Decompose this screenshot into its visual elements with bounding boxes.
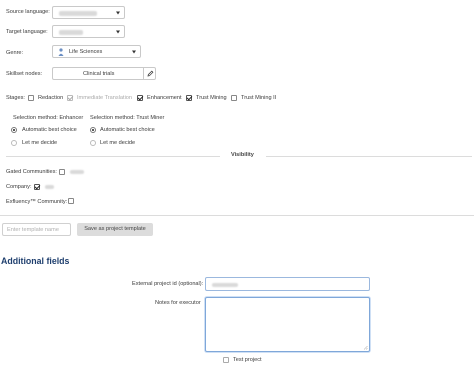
- notes-textarea[interactable]: [205, 297, 370, 352]
- exfluency-community-label: Exfluency™ Community:: [6, 199, 68, 205]
- external-id-input[interactable]: [205, 277, 370, 291]
- trust-mining-ii-checkbox[interactable]: [231, 95, 237, 101]
- gated-communities-checkbox[interactable]: [59, 169, 65, 175]
- company-label: Company:: [6, 184, 32, 190]
- template-name-placeholder: Enter template name: [7, 227, 59, 233]
- divider: [143, 68, 144, 79]
- notes-label: Notes for executor: [155, 300, 201, 306]
- enhancer-decide-radio[interactable]: [11, 140, 17, 146]
- resize-handle-icon[interactable]: [363, 345, 368, 350]
- gated-communities-label: Gated Communities:: [6, 169, 57, 175]
- trust-mining-ii-label: Trust Mining II: [241, 95, 277, 101]
- additional-fields-heading: Additional fields: [1, 256, 70, 266]
- trust-mining-checkbox[interactable]: [186, 95, 192, 101]
- immediate-translation-checkbox: [67, 95, 73, 101]
- genre-value: Life Sciences: [69, 49, 103, 55]
- stages-label: Stages:: [6, 95, 25, 101]
- trust-mining-label: Trust Mining: [196, 95, 227, 101]
- chevron-down-icon: [132, 50, 136, 53]
- external-id-value: [212, 283, 238, 287]
- section-divider: [0, 215, 474, 216]
- test-project-label: Test project: [233, 357, 262, 363]
- visibility-divider-right: [266, 156, 472, 157]
- skillset-value: Clinical trials: [83, 71, 115, 77]
- person-icon: [58, 48, 64, 56]
- enhancement-checkbox[interactable]: [137, 95, 143, 101]
- test-project-checkbox[interactable]: [223, 357, 229, 363]
- exfluency-community-checkbox[interactable]: [68, 198, 74, 204]
- enhancer-auto-label: Automatic best choice: [22, 127, 77, 133]
- immediate-translation-label: Immediate Translation: [77, 95, 133, 101]
- company-name: [45, 185, 54, 189]
- save-template-button[interactable]: Save as project template: [77, 223, 153, 236]
- redaction-checkbox[interactable]: [28, 95, 34, 101]
- company-checkbox[interactable]: [34, 184, 40, 190]
- target-language-select[interactable]: [52, 25, 125, 38]
- skillset-field[interactable]: Clinical trials: [52, 67, 156, 80]
- chevron-down-icon: [116, 30, 120, 33]
- gated-community-name: [70, 170, 84, 174]
- skillset-label: Skillset nodes:: [6, 71, 43, 77]
- miner-auto-label: Automatic best choice: [100, 127, 155, 133]
- visibility-title: Visibility: [231, 152, 254, 158]
- target-language-label: Target language:: [6, 29, 48, 35]
- genre-select[interactable]: Life Sciences: [52, 45, 141, 58]
- source-language-label: Source language:: [6, 9, 50, 15]
- visibility-divider-left: [6, 156, 220, 157]
- template-name-input[interactable]: Enter template name: [2, 223, 71, 236]
- enhancer-decide-label: Let me decide: [22, 140, 58, 146]
- genre-label: Genre:: [6, 50, 24, 56]
- target-language-value: [59, 30, 83, 35]
- enhancement-label: Enhancement: [147, 95, 182, 101]
- miner-method-title: Selection method: Trust Miner: [90, 115, 165, 121]
- miner-decide-label: Let me decide: [100, 140, 136, 146]
- external-id-label: External project id (optional):: [132, 281, 204, 287]
- chevron-down-icon: [116, 11, 120, 14]
- source-language-select[interactable]: [52, 6, 125, 19]
- source-language-value: [59, 11, 97, 16]
- edit-icon[interactable]: [147, 70, 154, 77]
- miner-auto-radio[interactable]: [90, 127, 96, 133]
- enhancer-method-title: Selection method: Enhancer: [13, 115, 84, 121]
- miner-decide-radio[interactable]: [90, 140, 96, 146]
- enhancer-auto-radio[interactable]: [11, 127, 17, 133]
- redaction-label: Redaction: [38, 95, 64, 101]
